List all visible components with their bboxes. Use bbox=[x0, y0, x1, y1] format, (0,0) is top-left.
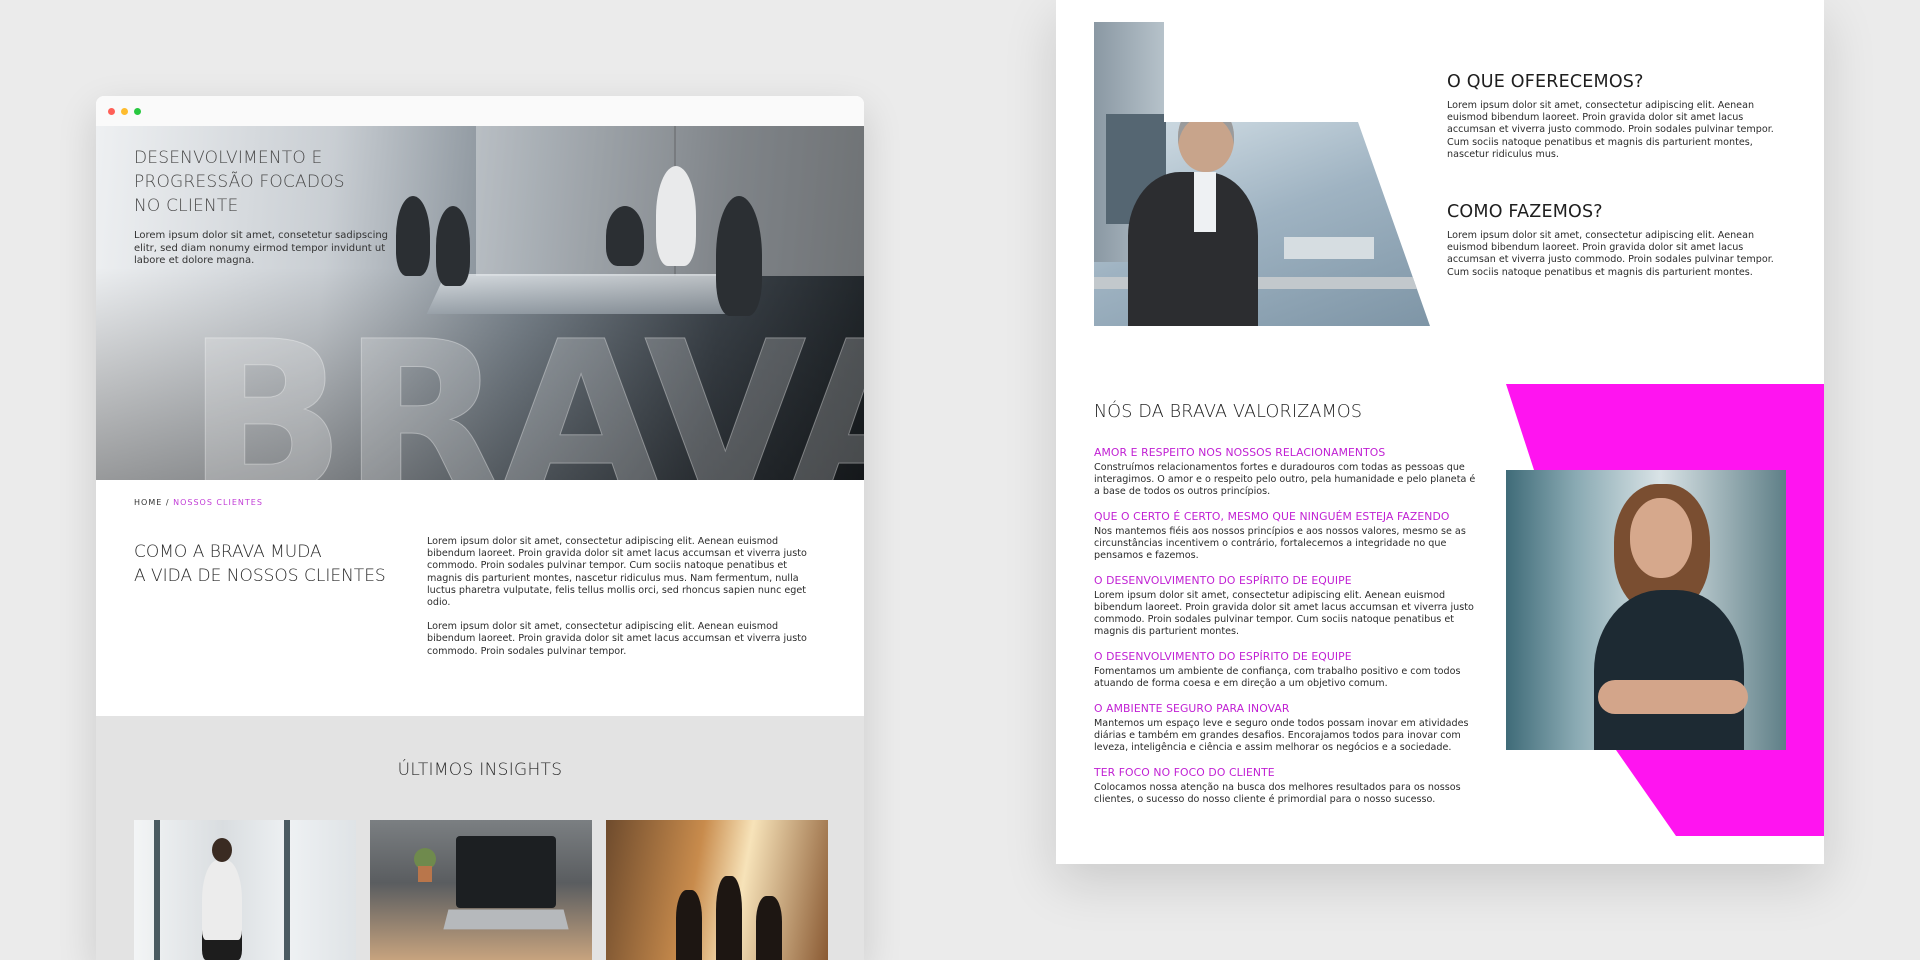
offer-text: Lorem ipsum dolor sit amet, consectetur … bbox=[1447, 100, 1774, 160]
hero-person bbox=[606, 206, 644, 266]
hero-person bbox=[656, 166, 696, 266]
value-text: Mantemos um espaço leve e seguro onde to… bbox=[1094, 718, 1469, 753]
value-text: Construímos relacionamentos fortes e dur… bbox=[1094, 462, 1476, 497]
value-heading: O AMBIENTE SEGURO PARA INOVAR bbox=[1094, 702, 1290, 715]
offer-title: O QUE OFERECEMOS? bbox=[1447, 72, 1644, 92]
laptop-image bbox=[456, 836, 556, 908]
businessman-body bbox=[1128, 172, 1258, 326]
value-heading: AMOR E RESPEITO NOS NOSSOS RELACIONAMENT… bbox=[1094, 446, 1386, 459]
values-list: AMOR E RESPEITO NOS NOSSOS RELACIONAMENT… bbox=[1094, 446, 1480, 818]
close-window-dot[interactable] bbox=[108, 107, 115, 115]
value-item: QUE O CERTO É CERTO, MESMO QUE NINGUÉM E… bbox=[1094, 510, 1480, 562]
value-item: O DESENVOLVIMENTO DO ESPÍRITO DE EQUIPE … bbox=[1094, 650, 1480, 690]
insights-section: ÚLTIMOS INSIGHTS bbox=[96, 716, 864, 960]
window-frame bbox=[284, 820, 290, 960]
hero-person bbox=[436, 206, 470, 286]
value-heading: O DESENVOLVIMENTO DO ESPÍRITO DE EQUIPE bbox=[1094, 574, 1352, 587]
breadcrumb-current: NOSSOS CLIENTES bbox=[173, 498, 263, 507]
insight-card[interactable] bbox=[134, 820, 356, 960]
value-item: O DESENVOLVIMENTO DO ESPÍRITO DE EQUIPE … bbox=[1094, 574, 1480, 638]
value-item: O AMBIENTE SEGURO PARA INOVAR Mantemos u… bbox=[1094, 702, 1480, 754]
value-heading: O DESENVOLVIMENTO DO ESPÍRITO DE EQUIPE bbox=[1094, 650, 1352, 663]
hero-person bbox=[396, 196, 430, 276]
section-paragraph: Lorem ipsum dolor sit amet, consectetur … bbox=[427, 621, 807, 657]
hero-window-panel bbox=[676, 126, 864, 276]
person-silhouette bbox=[756, 896, 782, 960]
how-block: COMO FAZEMOS? Lorem ipsum dolor sit amet… bbox=[1447, 202, 1787, 279]
value-item: AMOR E RESPEITO NOS NOSSOS RELACIONAMENT… bbox=[1094, 446, 1480, 498]
insights-title: ÚLTIMOS INSIGHTS bbox=[397, 760, 563, 780]
hero-title: DESENVOLVIMENTO E PROGRESSÃO FOCADOS NO … bbox=[134, 148, 345, 216]
how-text: Lorem ipsum dolor sit amet, consectetur … bbox=[1447, 230, 1774, 278]
page-mockup: O QUE OFERECEMOS? Lorem ipsum dolor sit … bbox=[1056, 0, 1824, 864]
value-text: Fomentamos um ambiente de confiança, com… bbox=[1094, 666, 1461, 689]
breadcrumb-separator: / bbox=[165, 498, 170, 507]
hero-banner: BRAVA DESENVOLVIMENTO E PROGRESSÃO FOCAD… bbox=[96, 126, 864, 480]
hero-text: Lorem ipsum dolor sit amet, consetetur s… bbox=[134, 230, 389, 266]
value-heading: TER FOCO NO FOCO DO CLIENTE bbox=[1094, 766, 1275, 779]
section-paragraph: Lorem ipsum dolor sit amet, consectetur … bbox=[427, 536, 807, 609]
businessman-head bbox=[1178, 104, 1234, 172]
section-body: Lorem ipsum dolor sit amet, consectetur … bbox=[427, 536, 807, 658]
businesswoman-photo bbox=[1506, 470, 1786, 750]
businesswoman-face bbox=[1630, 498, 1692, 578]
businesswoman-arms bbox=[1598, 680, 1748, 714]
value-text: Colocamos nossa atenção na busca dos mel… bbox=[1094, 782, 1461, 805]
person-silhouette bbox=[716, 876, 742, 960]
hero-window-panel bbox=[476, 126, 676, 276]
values-title: NÓS DA BRAVA VALORIZAMOS bbox=[1094, 402, 1363, 422]
section-title: COMO A BRAVA MUDA A VIDA DE NOSSOS CLIEN… bbox=[134, 542, 386, 586]
insight-card[interactable] bbox=[370, 820, 592, 960]
offer-block: O QUE OFERECEMOS? Lorem ipsum dolor sit … bbox=[1447, 72, 1787, 161]
keyboard-image bbox=[443, 909, 569, 930]
how-title: COMO FAZEMOS? bbox=[1447, 202, 1603, 222]
browser-mockup: BRAVA DESENVOLVIMENTO E PROGRESSÃO FOCAD… bbox=[96, 96, 864, 960]
businesswoman-body bbox=[1594, 590, 1744, 750]
insight-card[interactable] bbox=[606, 820, 828, 960]
hero-intro: DESENVOLVIMENTO E PROGRESSÃO FOCADOS NO … bbox=[134, 146, 394, 268]
value-item: TER FOCO NO FOCO DO CLIENTE Colocamos no… bbox=[1094, 766, 1480, 806]
breadcrumb-home[interactable]: HOME bbox=[134, 498, 162, 507]
ship-image bbox=[1284, 237, 1374, 259]
value-text: Lorem ipsum dolor sit amet, consectetur … bbox=[1094, 590, 1474, 637]
window-frame bbox=[154, 820, 160, 960]
maximize-window-dot[interactable] bbox=[134, 107, 141, 115]
insight-woman-photo bbox=[202, 838, 242, 960]
hero-wordmark: BRAVA bbox=[186, 296, 864, 480]
minimize-window-dot[interactable] bbox=[121, 107, 128, 115]
businessman-photo bbox=[1094, 22, 1430, 326]
browser-titlebar bbox=[96, 96, 864, 126]
person-silhouette bbox=[676, 890, 702, 960]
plant-pot-image bbox=[418, 866, 432, 882]
businessman-shirt bbox=[1194, 172, 1216, 232]
value-text: Nos mantemos fiéis aos nossos princípios… bbox=[1094, 526, 1466, 561]
value-heading: QUE O CERTO É CERTO, MESMO QUE NINGUÉM E… bbox=[1094, 510, 1450, 523]
breadcrumb: HOME / NOSSOS CLIENTES bbox=[134, 498, 263, 507]
